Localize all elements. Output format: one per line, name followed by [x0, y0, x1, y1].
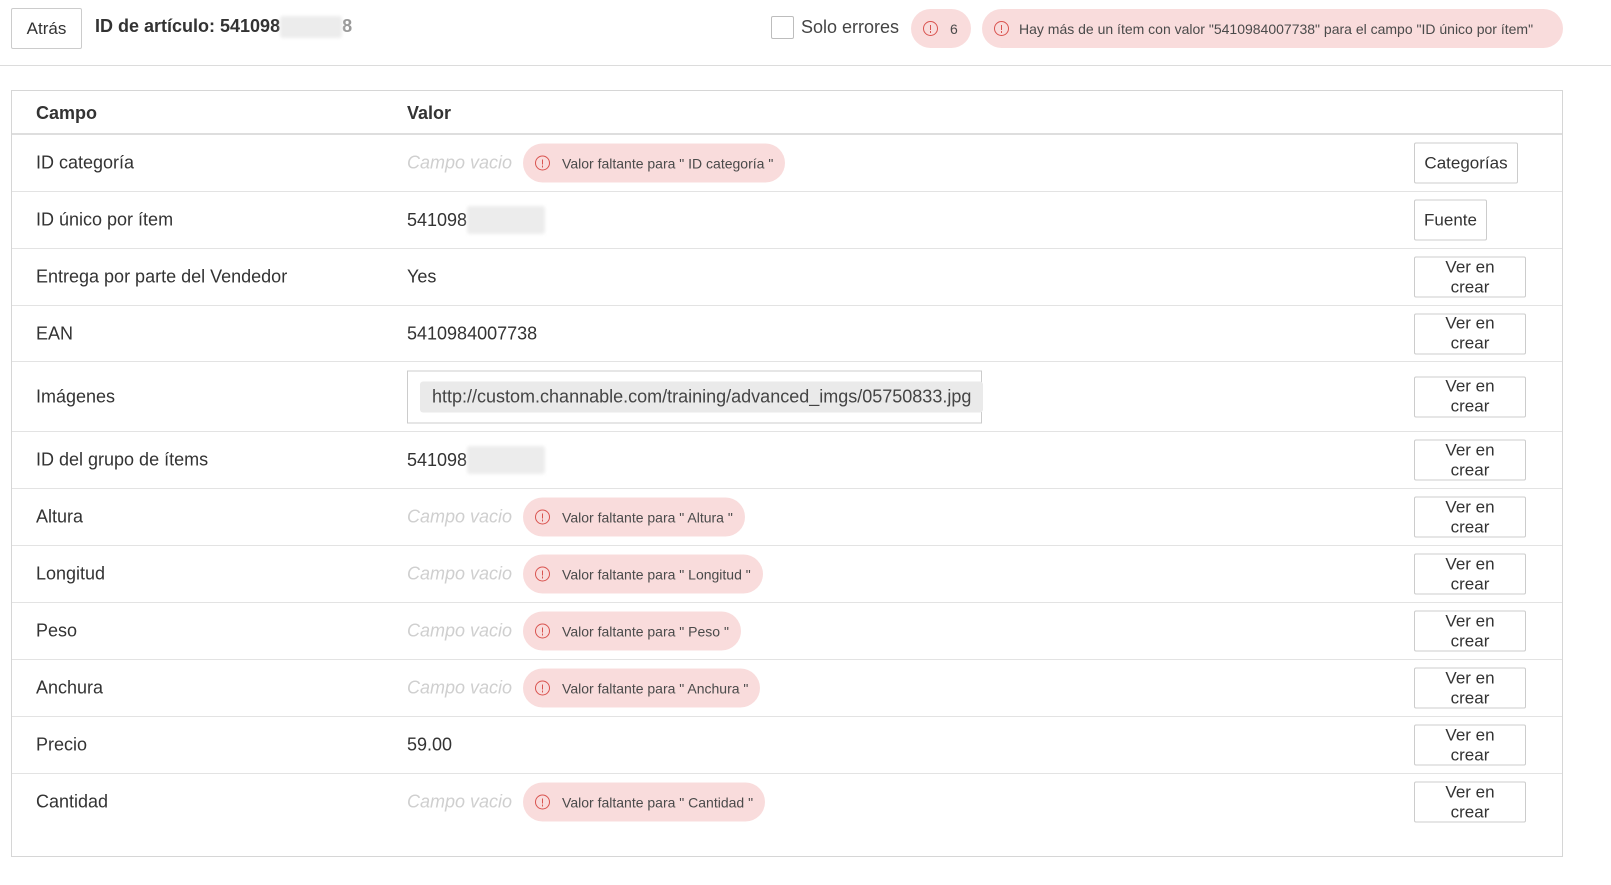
missing-value-message: Valor faltante para " ID categoría " [562, 155, 774, 171]
table-header: Campo Valor [12, 91, 1562, 135]
only-errors-label: Solo errores [801, 17, 900, 37]
empty-placeholder: Campo vacio [407, 677, 513, 698]
field-value: Campo vacio Valor faltante para " ID cate… [407, 143, 786, 183]
article-id-label: ID de artículo: 541098 [95, 16, 281, 36]
error-icon [535, 566, 551, 582]
value-text: 541098 [407, 209, 468, 230]
field-name: ID único por ítem [36, 209, 174, 230]
field-name: Anchura [36, 677, 104, 698]
error-count: 6 [950, 20, 958, 37]
field-value: 541098 [407, 206, 546, 234]
fields-table: Campo Valor ID categoría Campo vacio Valor… [11, 90, 1563, 857]
view-in-create-button[interactable]: Ver en crear [1414, 376, 1526, 417]
missing-value-badge: Valor faltante para " Peso " [523, 611, 741, 651]
field-value: 5410984007738 [407, 323, 537, 344]
error-icon [535, 509, 551, 525]
empty-placeholder: Campo vacio [407, 791, 513, 812]
empty-placeholder: Campo vacio [407, 506, 513, 527]
table-row: Altura Campo vacio Valor faltante para " A… [12, 489, 1562, 546]
view-in-create-button[interactable]: Ver en crear [1414, 256, 1526, 298]
view-in-create-button[interactable]: Ver en crear [1414, 781, 1526, 823]
table-row: Longitud Campo vacio Valor faltante para "… [12, 546, 1562, 603]
table-row: Cantidad Campo vacio Valor faltante para "… [12, 774, 1562, 830]
view-in-create-button[interactable]: Ver en crear [1414, 724, 1526, 766]
table-row: Precio 59.00 Ver en crear [12, 717, 1562, 774]
error-icon [923, 21, 938, 36]
value-text: 541098 [407, 449, 468, 470]
view-in-create-button[interactable]: Ver en crear [1414, 496, 1526, 538]
field-value: 541098 [407, 446, 546, 474]
missing-value-badge: Valor faltante para " Altura " [523, 497, 745, 537]
empty-placeholder: Campo vacio [407, 152, 513, 173]
table-row: ID único por ítem 541098 Fuente [12, 192, 1562, 249]
table-row: ID categoría Campo vacio Valor faltante pa… [12, 135, 1562, 192]
redacted-block [467, 446, 546, 474]
error-icon [535, 623, 551, 639]
column-header-field: Campo [36, 103, 98, 123]
error-icon [535, 680, 551, 696]
value-text: 59.00 [407, 734, 453, 755]
image-url-box: http://custom.channable.com/training/adv… [407, 370, 984, 423]
missing-value-badge: Valor faltante para " Longitud " [523, 554, 763, 594]
only-errors-checkbox[interactable] [771, 16, 794, 39]
field-value: Campo vacio Valor faltante para " Cantida… [407, 782, 766, 822]
field-value: Campo vacio Valor faltante para " Longitu… [407, 554, 763, 594]
empty-placeholder: Campo vacio [407, 563, 513, 584]
value-text: Yes [407, 266, 437, 287]
missing-value-message: Valor faltante para " Longitud " [562, 566, 751, 582]
image-url-chip[interactable]: http://custom.channable.com/training/adv… [420, 381, 984, 412]
field-value: 59.00 [407, 735, 452, 756]
duplicate-error-message: Hay más de un ítem con valor "5410984007… [1019, 20, 1534, 37]
field-name: Entrega por parte del Vendedor [36, 266, 288, 287]
categories-button[interactable]: Categorías [1414, 142, 1518, 184]
view-in-create-button[interactable]: Ver en crear [1414, 553, 1526, 595]
missing-value-badge: Valor faltante para " Anchura " [523, 668, 761, 708]
field-name: Cantidad [36, 791, 109, 812]
table-row: Peso Campo vacio Valor faltante para " Pes… [12, 603, 1562, 660]
column-header-value: Valor [407, 103, 452, 123]
missing-value-message: Valor faltante para " Peso " [562, 623, 729, 639]
field-value: Yes [407, 267, 436, 288]
missing-value-message: Valor faltante para " Anchura " [562, 680, 749, 696]
field-name: EAN [36, 323, 74, 343]
field-value: Campo vacio Valor faltante para " Altura … [407, 497, 745, 537]
value-text: 5410984007738 [407, 323, 538, 343]
error-count-badge[interactable]: 6 [911, 9, 971, 48]
field-name: Peso [36, 620, 78, 641]
field-name: ID del grupo de ítems [36, 449, 209, 470]
missing-value-message: Valor faltante para " Cantidad " [562, 794, 754, 810]
field-name: Imágenes [36, 386, 116, 406]
table-row: ID del grupo de ítems 541098 Ver en crear [12, 432, 1562, 489]
field-name: Altura [36, 506, 84, 527]
table-row: Imágenes http://custom.channable.com/trai… [12, 362, 1562, 432]
field-name: Precio [36, 734, 88, 755]
missing-value-message: Valor faltante para " Altura " [562, 509, 733, 525]
article-id-suffix: 8 [342, 16, 353, 36]
redacted-block [280, 16, 343, 39]
duplicate-error-badge: Hay más de un ítem con valor "5410984007… [982, 9, 1563, 48]
view-in-create-button[interactable]: Ver en crear [1414, 313, 1526, 354]
missing-value-badge: Valor faltante para " Cantidad " [523, 782, 766, 822]
top-bar: Atrás ID de artículo: 541098 8 Solo error… [0, 0, 1611, 66]
table-row: EAN 5410984007738 Ver en crear [12, 306, 1562, 362]
view-in-create-button[interactable]: Ver en crear [1414, 667, 1526, 709]
field-value: Campo vacio Valor faltante para " Anchura… [407, 668, 761, 708]
redacted-block [467, 206, 546, 234]
view-in-create-button[interactable]: Ver en crear [1414, 610, 1526, 652]
error-icon [994, 21, 1009, 36]
table-row: Entrega por parte del Vendedor Yes Ver en … [12, 249, 1562, 306]
empty-placeholder: Campo vacio [407, 620, 513, 641]
article-id-title: ID de artículo: 541098 8 [95, 16, 353, 39]
field-name: ID categoría [36, 152, 135, 173]
field-value: Campo vacio Valor faltante para " Peso " [407, 611, 741, 651]
back-button[interactable]: Atrás [11, 8, 82, 49]
error-icon [535, 155, 551, 171]
field-value: http://custom.channable.com/training/adv… [407, 370, 984, 423]
error-icon [535, 794, 551, 810]
source-button[interactable]: Fuente [1414, 199, 1487, 241]
table-row: Anchura Campo vacio Valor faltante para " … [12, 660, 1562, 717]
missing-value-badge: Valor faltante para " ID categoría " [523, 143, 786, 183]
view-in-create-button[interactable]: Ver en crear [1414, 439, 1526, 481]
field-name: Longitud [36, 563, 106, 584]
